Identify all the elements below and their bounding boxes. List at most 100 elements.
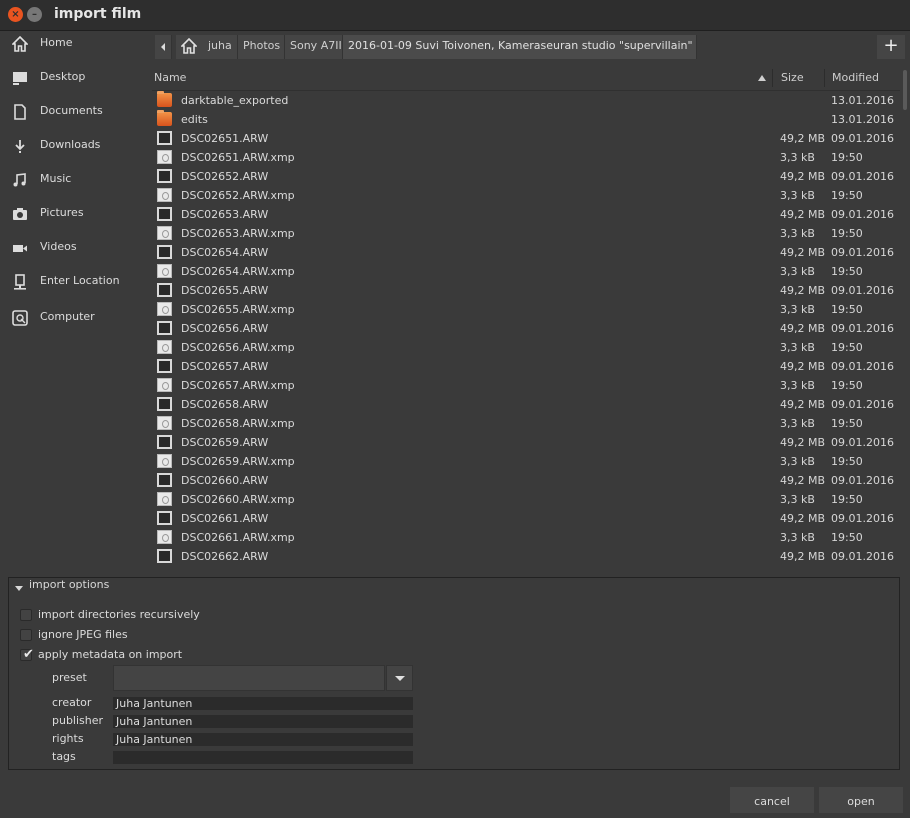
file-modified: 09.01.2016	[831, 170, 894, 183]
file-modified: 19:50	[831, 379, 863, 392]
file-size: 49,2 MB	[780, 132, 826, 145]
file-row[interactable]: DSC02661.ARW 49,2 MB 09.01.2016	[152, 509, 900, 528]
file-row[interactable]: DSC02659.ARW.xmp 3,3 kB 19:50	[152, 452, 900, 471]
preset-dropdown-button[interactable]	[386, 665, 413, 691]
apply-metadata-checkbox[interactable]: ✔	[20, 647, 34, 662]
recursive-label[interactable]: import directories recursively	[38, 608, 200, 621]
file-row[interactable]: DSC02654.ARW 49,2 MB 09.01.2016	[152, 243, 900, 262]
sidebar-item-label: Music	[40, 172, 72, 185]
file-row[interactable]: DSC02660.ARW.xmp 3,3 kB 19:50	[152, 490, 900, 509]
sidebar-item-label: Computer	[40, 310, 95, 323]
file-row[interactable]: DSC02653.ARW 49,2 MB 09.01.2016	[152, 205, 900, 224]
column-header-modified[interactable]: Modified	[832, 71, 879, 84]
file-modified: 09.01.2016	[831, 246, 894, 259]
path-back-button[interactable]	[155, 35, 172, 59]
xmp-file-icon	[157, 416, 172, 430]
checkmark-icon: ✔	[23, 647, 34, 662]
file-row[interactable]: DSC02662.ARW 49,2 MB 09.01.2016	[152, 547, 900, 566]
file-modified: 13.01.2016	[831, 113, 894, 126]
file-row[interactable]: DSC02655.ARW.xmp 3,3 kB 19:50	[152, 300, 900, 319]
ignore-jpeg-checkbox[interactable]	[20, 629, 32, 641]
file-size: 3,3 kB	[780, 303, 815, 316]
tags-field[interactable]	[113, 751, 413, 764]
file-row[interactable]: DSC02655.ARW 49,2 MB 09.01.2016	[152, 281, 900, 300]
file-row[interactable]: DSC02654.ARW.xmp 3,3 kB 19:50	[152, 262, 900, 281]
sidebar-item-enter-location[interactable]: Enter Location	[0, 269, 148, 295]
sidebar-item-desktop[interactable]: Desktop	[0, 65, 148, 91]
recursive-checkbox[interactable]	[20, 609, 32, 621]
publisher-field[interactable]: Juha Jantunen	[113, 715, 413, 728]
file-row[interactable]: DSC02656.ARW.xmp 3,3 kB 19:50	[152, 338, 900, 357]
breadcrumb-sony-a7ii[interactable]: Sony A7II	[285, 35, 343, 59]
sidebar-item-documents[interactable]: Documents	[0, 99, 148, 125]
file-row[interactable]: DSC02658.ARW 49,2 MB 09.01.2016	[152, 395, 900, 414]
xmp-file-icon	[157, 530, 172, 544]
file-row[interactable]: DSC02661.ARW.xmp 3,3 kB 19:50	[152, 528, 900, 547]
file-size: 3,3 kB	[780, 265, 815, 278]
file-modified: 09.01.2016	[831, 132, 894, 145]
file-row[interactable]: DSC02653.ARW.xmp 3,3 kB 19:50	[152, 224, 900, 243]
rights-field[interactable]: Juha Jantunen	[113, 733, 413, 746]
file-row[interactable]: DSC02660.ARW 49,2 MB 09.01.2016	[152, 471, 900, 490]
sidebar-item-home[interactable]: Home	[0, 31, 148, 57]
file-row[interactable]: darktable_exported 13.01.2016	[152, 91, 900, 110]
file-row[interactable]: DSC02652.ARW.xmp 3,3 kB 19:50	[152, 186, 900, 205]
home-icon	[181, 38, 197, 54]
sidebar-item-videos[interactable]: Videos	[0, 235, 148, 261]
file-row[interactable]: DSC02652.ARW 49,2 MB 09.01.2016	[152, 167, 900, 186]
file-modified: 19:50	[831, 493, 863, 506]
window-title: import film	[54, 6, 142, 22]
file-name: DSC02654.ARW	[181, 246, 269, 259]
apply-metadata-label[interactable]: apply metadata on import	[38, 648, 182, 661]
sidebar-item-computer[interactable]: Computer	[0, 305, 148, 331]
music-icon	[13, 173, 26, 187]
file-list-scrollbar[interactable]	[903, 70, 907, 110]
file-size: 49,2 MB	[780, 284, 826, 297]
creator-field[interactable]: Juha Jantunen	[113, 697, 413, 710]
breadcrumb-current-folder[interactable]: 2016-01-09 Suvi Toivonen, Kameraseuran s…	[343, 35, 697, 59]
file-row[interactable]: DSC02657.ARW.xmp 3,3 kB 19:50	[152, 376, 900, 395]
file-row[interactable]: DSC02659.ARW 49,2 MB 09.01.2016	[152, 433, 900, 452]
xmp-file-icon	[157, 302, 172, 316]
publisher-label: publisher	[52, 714, 104, 727]
column-header-name[interactable]: Name	[154, 71, 186, 84]
raw-file-icon	[157, 207, 172, 221]
file-row[interactable]: edits 13.01.2016	[152, 110, 900, 129]
ignore-jpeg-label[interactable]: ignore JPEG files	[38, 628, 128, 641]
file-modified: 19:50	[831, 189, 863, 202]
minimize-window-button[interactable]: –	[27, 7, 42, 22]
sidebar-item-music[interactable]: Music	[0, 167, 148, 193]
file-row[interactable]: DSC02657.ARW 49,2 MB 09.01.2016	[152, 357, 900, 376]
file-list[interactable]: Name Size Modified darktable_exported 13.…	[152, 66, 900, 569]
sidebar-item-label: Pictures	[40, 206, 84, 219]
column-separator[interactable]	[772, 69, 773, 87]
file-name: DSC02656.ARW.xmp	[181, 341, 295, 354]
breadcrumb-photos[interactable]: Photos	[238, 35, 285, 59]
sidebar-item-downloads[interactable]: Downloads	[0, 133, 148, 159]
file-name: DSC02653.ARW	[181, 208, 269, 221]
expander-arrow-icon[interactable]	[15, 586, 23, 591]
file-modified: 19:50	[831, 227, 863, 240]
cancel-button[interactable]: cancel	[730, 787, 814, 813]
column-separator[interactable]	[824, 69, 825, 87]
sidebar-item-pictures[interactable]: Pictures	[0, 201, 148, 227]
file-size: 3,3 kB	[780, 379, 815, 392]
preset-combo[interactable]	[113, 665, 385, 691]
import-options-title[interactable]: import options	[29, 578, 109, 591]
file-row[interactable]: DSC02651.ARW.xmp 3,3 kB 19:50	[152, 148, 900, 167]
file-name: DSC02655.ARW	[181, 284, 269, 297]
xmp-file-icon	[157, 340, 172, 354]
new-folder-button[interactable]: +	[877, 35, 905, 59]
breadcrumb-home-juha[interactable]: juha	[176, 35, 238, 59]
file-row[interactable]: DSC02658.ARW.xmp 3,3 kB 19:50	[152, 414, 900, 433]
tags-label: tags	[52, 750, 76, 763]
file-modified: 09.01.2016	[831, 360, 894, 373]
open-button[interactable]: open	[819, 787, 903, 813]
column-header-size[interactable]: Size	[781, 71, 804, 84]
file-modified: 19:50	[831, 151, 863, 164]
folder-icon	[157, 110, 172, 126]
file-row[interactable]: DSC02656.ARW 49,2 MB 09.01.2016	[152, 319, 900, 338]
close-window-button[interactable]: ×	[8, 7, 23, 22]
file-row[interactable]: DSC02651.ARW 49,2 MB 09.01.2016	[152, 129, 900, 148]
file-size: 49,2 MB	[780, 322, 826, 335]
